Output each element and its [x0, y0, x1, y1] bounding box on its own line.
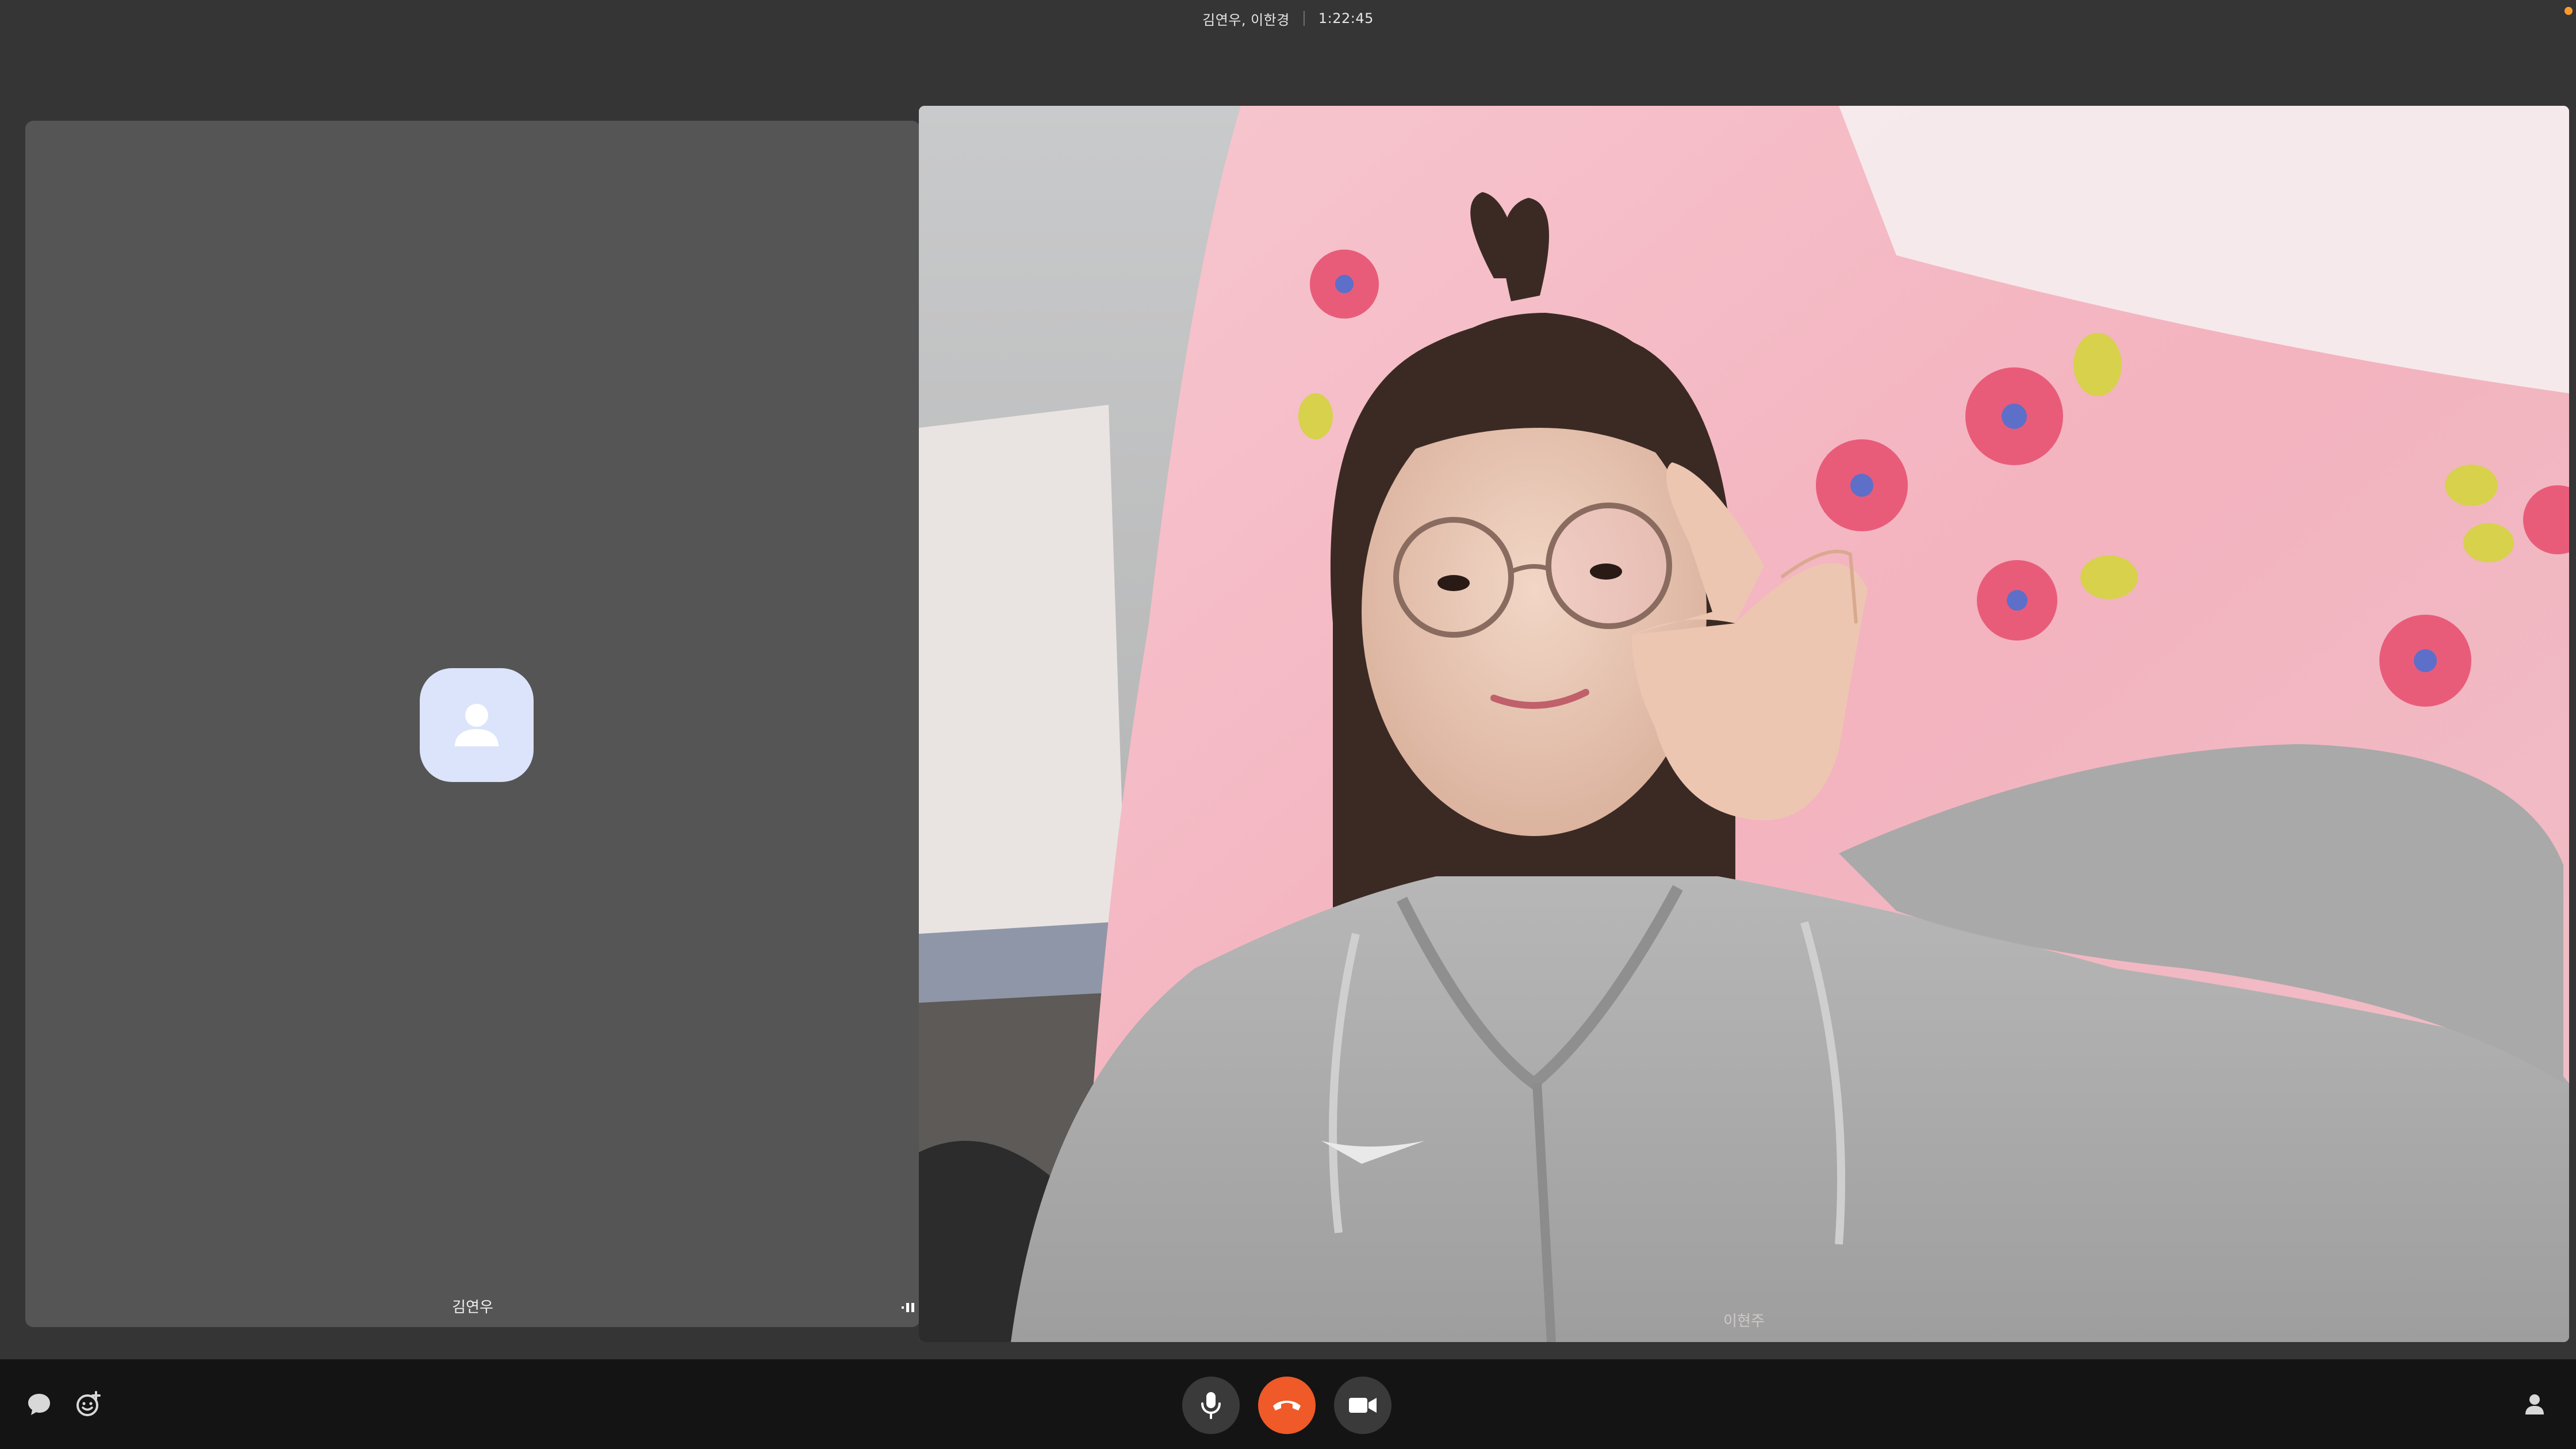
video-call-window: 김연우, 이한경 1:22:45 김연우 이현주: [0, 0, 2576, 1449]
emoji-reaction-icon: [76, 1391, 101, 1416]
end-call-button[interactable]: [1258, 1377, 1316, 1434]
participant-tile-right[interactable]: 이현주: [919, 106, 2569, 1342]
title-bar: 김연우, 이한경 1:22:45: [0, 0, 2576, 37]
phone-hangup-icon: [1273, 1401, 1301, 1410]
avatar: [420, 668, 534, 782]
reaction-button[interactable]: [72, 1388, 105, 1420]
participants-button[interactable]: [2518, 1388, 2551, 1420]
participant-video-feed: [919, 106, 2569, 1342]
camera-toggle-button[interactable]: [1334, 1377, 1392, 1434]
chat-bubble-icon: [28, 1394, 50, 1415]
participant-name-label: 김연우: [452, 1299, 493, 1316]
participant-name-label: 이현주: [1723, 1313, 1765, 1330]
call-timer: 1:22:45: [1318, 10, 1374, 26]
title-separator: [1303, 11, 1305, 26]
microphone-toggle-button[interactable]: [1182, 1377, 1240, 1434]
person-icon: [2525, 1394, 2544, 1414]
participant-tile-left[interactable]: 김연우: [25, 121, 920, 1327]
call-participants-title: 김연우, 이한경: [1202, 12, 1290, 28]
video-camera-icon: [1349, 1398, 1377, 1413]
chat-button[interactable]: [23, 1388, 55, 1420]
call-control-bar: [0, 1359, 2576, 1449]
person-icon: [455, 704, 499, 746]
notification-dot: [2564, 7, 2573, 15]
audio-level-icon: [902, 1303, 914, 1312]
microphone-icon: [1201, 1392, 1221, 1419]
